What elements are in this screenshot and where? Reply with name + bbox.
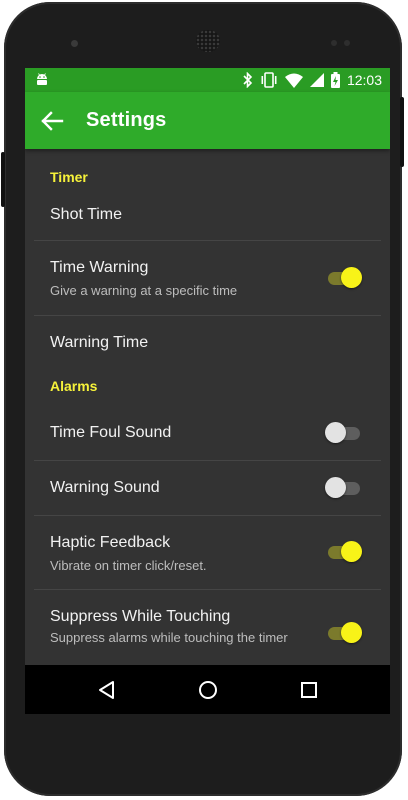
- pref-haptic-feedback[interactable]: Haptic Feedback Vibrate on timer click/r…: [25, 516, 390, 589]
- back-triangle-icon[interactable]: [95, 678, 119, 702]
- pref-title: Suppress While Touching: [50, 608, 231, 625]
- switch-thumb: [341, 541, 362, 562]
- pref-warning-time[interactable]: Warning Time: [25, 316, 390, 371]
- screen: 12:03 Settings Timer Shot Time Time Warn…: [25, 68, 390, 714]
- category-label: Timer: [50, 169, 88, 185]
- pref-title: Warning Time: [50, 334, 149, 351]
- category-alarms: Alarms: [25, 371, 390, 407]
- switch-thumb: [341, 267, 362, 288]
- pref-shot-time[interactable]: Shot Time: [25, 185, 390, 240]
- navigation-bar: [25, 665, 390, 714]
- proximity-sensor: [331, 40, 337, 46]
- pref-title: Time Warning: [50, 259, 149, 276]
- time-foul-sound-switch[interactable]: [325, 422, 365, 444]
- pref-title: Time Foul Sound: [50, 424, 172, 441]
- pref-summary: Vibrate on timer click/reset.: [50, 558, 207, 573]
- signal-icon: [309, 73, 324, 87]
- status-bar: 12:03: [25, 68, 390, 92]
- time-warning-switch[interactable]: [325, 267, 365, 289]
- switch-thumb: [325, 477, 346, 498]
- pref-title: Shot Time: [50, 206, 123, 223]
- status-time: 12:03: [346, 72, 382, 88]
- arrow-back-icon[interactable]: [39, 108, 67, 134]
- wifi-icon: [284, 73, 303, 88]
- battery-charging-icon: [330, 72, 340, 88]
- category-timer: Timer: [25, 149, 390, 185]
- switch-thumb: [325, 422, 346, 443]
- pref-summary: Give a warning at a specific time: [50, 283, 238, 298]
- pref-summary: Suppress alarms while touching the timer: [50, 630, 288, 645]
- recents-square-icon[interactable]: [297, 678, 321, 702]
- vibrate-icon: [261, 72, 277, 88]
- earpiece-speaker: [196, 30, 220, 52]
- page-title: Settings: [86, 109, 167, 131]
- home-circle-icon[interactable]: [196, 678, 220, 702]
- pref-time-foul-sound[interactable]: Time Foul Sound: [25, 407, 390, 460]
- suppress-while-touching-switch[interactable]: [325, 622, 365, 644]
- haptic-feedback-switch[interactable]: [325, 541, 365, 563]
- category-label: Alarms: [50, 378, 98, 394]
- pref-warning-sound[interactable]: Warning Sound: [25, 461, 390, 515]
- light-sensor: [344, 40, 350, 46]
- switch-thumb: [341, 622, 362, 643]
- warning-sound-switch[interactable]: [325, 477, 365, 499]
- pref-title: Haptic Feedback: [50, 534, 171, 551]
- volume-button: [400, 97, 404, 167]
- pref-time-warning[interactable]: Time Warning Give a warning at a specifi…: [25, 241, 390, 315]
- bluetooth-icon: [243, 72, 253, 88]
- power-button: [1, 152, 5, 207]
- app-bar: Settings: [25, 92, 390, 149]
- pref-title: Warning Sound: [50, 479, 160, 496]
- front-camera: [71, 40, 78, 47]
- phone-frame: 12:03 Settings Timer Shot Time Time Warn…: [1, 2, 404, 796]
- android-icon: [37, 73, 47, 85]
